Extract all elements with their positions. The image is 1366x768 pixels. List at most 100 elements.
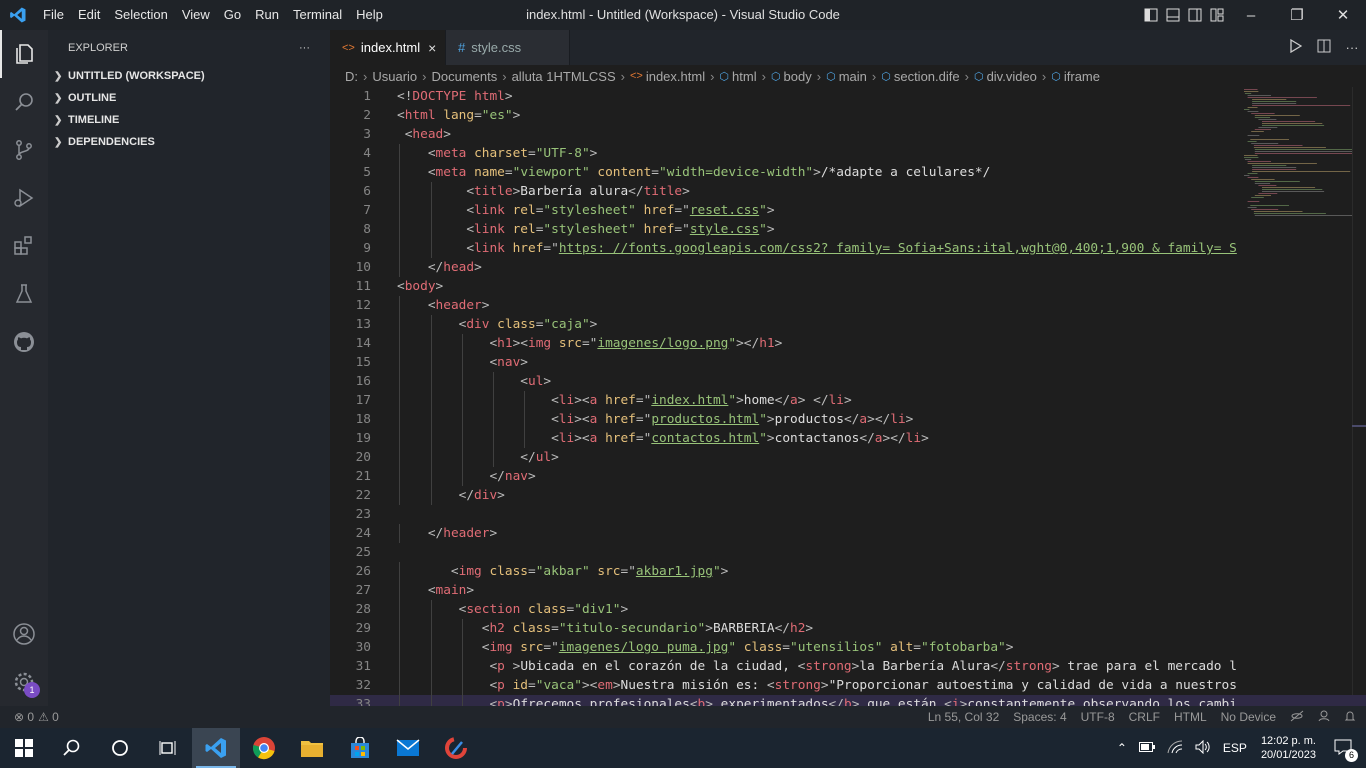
search-icon[interactable] — [48, 728, 96, 768]
chrome-icon[interactable] — [240, 728, 288, 768]
menu-file[interactable]: File — [36, 0, 71, 30]
accounts-icon[interactable] — [0, 610, 48, 658]
breadcrumb-symbol[interactable]: div.video — [987, 69, 1037, 84]
more-actions-icon[interactable]: ··· — [1338, 40, 1366, 55]
section-workspace[interactable]: ❯ UNTITLED (WORKSPACE) — [48, 65, 330, 87]
code-line[interactable]: 14 <h1><img src="imagenes/logo.png"></h1… — [330, 334, 1366, 353]
code-line[interactable]: 12 <header> — [330, 296, 1366, 315]
volume-icon[interactable] — [1195, 739, 1211, 757]
menu-go[interactable]: Go — [217, 0, 248, 30]
code-line[interactable]: 20 </ul> — [330, 448, 1366, 467]
toggle-secondary-sidebar-icon[interactable] — [1184, 0, 1206, 30]
close-window-icon[interactable]: ✕ — [1320, 0, 1366, 30]
code-line[interactable]: 17 <li><a href="index.html">home</a> </l… — [330, 391, 1366, 410]
file-explorer-icon[interactable] — [288, 728, 336, 768]
code-line[interactable]: 28 <section class="div1"> — [330, 600, 1366, 619]
section-outline[interactable]: ❯ OUTLINE — [48, 87, 330, 109]
menu-help[interactable]: Help — [349, 0, 390, 30]
code-line[interactable]: 27 <main> — [330, 581, 1366, 600]
run-file-icon[interactable] — [1282, 38, 1310, 56]
restore-icon[interactable]: ❐ — [1274, 0, 1320, 30]
code-line[interactable]: 16 <ul> — [330, 372, 1366, 391]
mail-icon[interactable] — [384, 728, 432, 768]
code-line[interactable]: 3 <head> — [330, 125, 1366, 144]
manage-gear-icon[interactable]: 1 — [0, 658, 48, 706]
menu-edit[interactable]: Edit — [71, 0, 107, 30]
breadcrumb-symbol[interactable]: body — [784, 69, 812, 84]
end-of-line[interactable]: CRLF — [1129, 710, 1160, 724]
code-line[interactable]: 8 <link rel="stylesheet" href="style.css… — [330, 220, 1366, 239]
code-line[interactable]: 13 <div class="caja"> — [330, 315, 1366, 334]
menu-view[interactable]: View — [175, 0, 217, 30]
section-timeline[interactable]: ❯ TIMELINE — [48, 109, 330, 131]
notifications-icon[interactable]: 6 — [1334, 739, 1358, 762]
source-control-icon[interactable] — [0, 126, 48, 174]
split-editor-icon[interactable] — [1310, 39, 1338, 56]
breadcrumb-symbol[interactable]: html — [732, 69, 757, 84]
wifi-icon[interactable] — [1167, 739, 1183, 757]
breadcrumb-file[interactable]: index.html — [646, 69, 705, 84]
ccleaner-icon[interactable] — [432, 728, 480, 768]
breadcrumb-drive[interactable]: D: — [345, 69, 358, 84]
errors-indicator[interactable]: ⊗ 0 — [14, 710, 34, 724]
close-tab-icon[interactable]: × — [428, 40, 436, 56]
broadcast-icon[interactable] — [1290, 710, 1304, 725]
breadcrumb-folder[interactable]: Usuario — [372, 69, 417, 84]
breadcrumb-symbol[interactable]: section.dife — [894, 69, 960, 84]
code-editor[interactable]: 1 <!DOCTYPE html> 2 <html lang="es"> 3 <head… — [330, 87, 1366, 706]
toggle-primary-sidebar-icon[interactable] — [1140, 0, 1162, 30]
code-line[interactable]: 29 <h2 class="titulo-secundario">BARBERI… — [330, 619, 1366, 638]
language-mode[interactable]: HTML — [1174, 710, 1207, 724]
tab-index-html[interactable]: <> index.html × — [330, 30, 446, 65]
code-line[interactable]: 25 — [330, 543, 1366, 562]
code-line[interactable]: 30 <img src="imagenes/logo puma.jpg" cla… — [330, 638, 1366, 657]
warnings-indicator[interactable]: ⚠ 0 — [38, 710, 59, 724]
toggle-panel-icon[interactable] — [1162, 0, 1184, 30]
indentation[interactable]: Spaces: 4 — [1013, 710, 1066, 724]
chevron-up-icon[interactable]: ⌃ — [1117, 741, 1127, 755]
run-debug-icon[interactable] — [0, 174, 48, 222]
code-line[interactable]: 1 <!DOCTYPE html> — [330, 87, 1366, 106]
code-line[interactable]: 23 — [330, 505, 1366, 524]
task-view-icon[interactable] — [144, 728, 192, 768]
github-icon[interactable] — [0, 318, 48, 366]
code-line[interactable]: 6 <title>Barbería alura</title> — [330, 182, 1366, 201]
code-line[interactable]: 33 <p>Ofrecemos profesionales<b> experim… — [330, 695, 1366, 706]
cursor-position[interactable]: Ln 55, Col 32 — [928, 710, 999, 724]
store-icon[interactable] — [336, 728, 384, 768]
notifications-bell-icon[interactable] — [1344, 710, 1356, 725]
cortana-icon[interactable] — [96, 728, 144, 768]
more-actions-icon[interactable]: ··· — [299, 42, 310, 54]
vscode-taskbar-icon[interactable] — [192, 728, 240, 768]
tab-style-css[interactable]: # style.css — [446, 30, 570, 65]
breadcrumb-folder[interactable]: alluta 1HTMLCSS — [512, 69, 616, 84]
code-line[interactable]: 7 <link rel="stylesheet" href="reset.css… — [330, 201, 1366, 220]
code-line[interactable]: 18 <li><a href="productos.html">producto… — [330, 410, 1366, 429]
menu-run[interactable]: Run — [248, 0, 286, 30]
code-line[interactable]: 19 <li><a href="contactos.html">contacta… — [330, 429, 1366, 448]
code-line[interactable]: 21 </nav> — [330, 467, 1366, 486]
battery-icon[interactable] — [1138, 741, 1155, 755]
code-line[interactable]: 24 </header> — [330, 524, 1366, 543]
extensions-icon[interactable] — [0, 222, 48, 270]
customize-layout-icon[interactable] — [1206, 0, 1228, 30]
breadcrumb-symbol[interactable]: main — [839, 69, 867, 84]
accounts-feedback-icon[interactable] — [1318, 710, 1330, 725]
testing-icon[interactable] — [0, 270, 48, 318]
encoding[interactable]: UTF-8 — [1081, 710, 1115, 724]
explorer-icon[interactable] — [0, 30, 48, 78]
code-line[interactable]: 11 <body> — [330, 277, 1366, 296]
code-line[interactable]: 26 <img class="akbar" src="akbar1.jpg"> — [330, 562, 1366, 581]
menu-selection[interactable]: Selection — [107, 0, 174, 30]
input-language[interactable]: ESP — [1223, 741, 1247, 755]
breadcrumb-symbol[interactable]: iframe — [1064, 69, 1100, 84]
code-line[interactable]: 22 </div> — [330, 486, 1366, 505]
menu-terminal[interactable]: Terminal — [286, 0, 349, 30]
search-icon[interactable] — [0, 78, 48, 126]
code-line[interactable]: 5 <meta name="viewport" content="width=d… — [330, 163, 1366, 182]
code-line[interactable]: 10 </head> — [330, 258, 1366, 277]
code-line[interactable]: 32 <p id="vaca"><em>Nuestra misión es: <… — [330, 676, 1366, 695]
code-line[interactable]: 15 <nav> — [330, 353, 1366, 372]
code-line[interactable]: 9 <link href="https: //fonts.googleapis.… — [330, 239, 1366, 258]
code-line[interactable]: 2 <html lang="es"> — [330, 106, 1366, 125]
